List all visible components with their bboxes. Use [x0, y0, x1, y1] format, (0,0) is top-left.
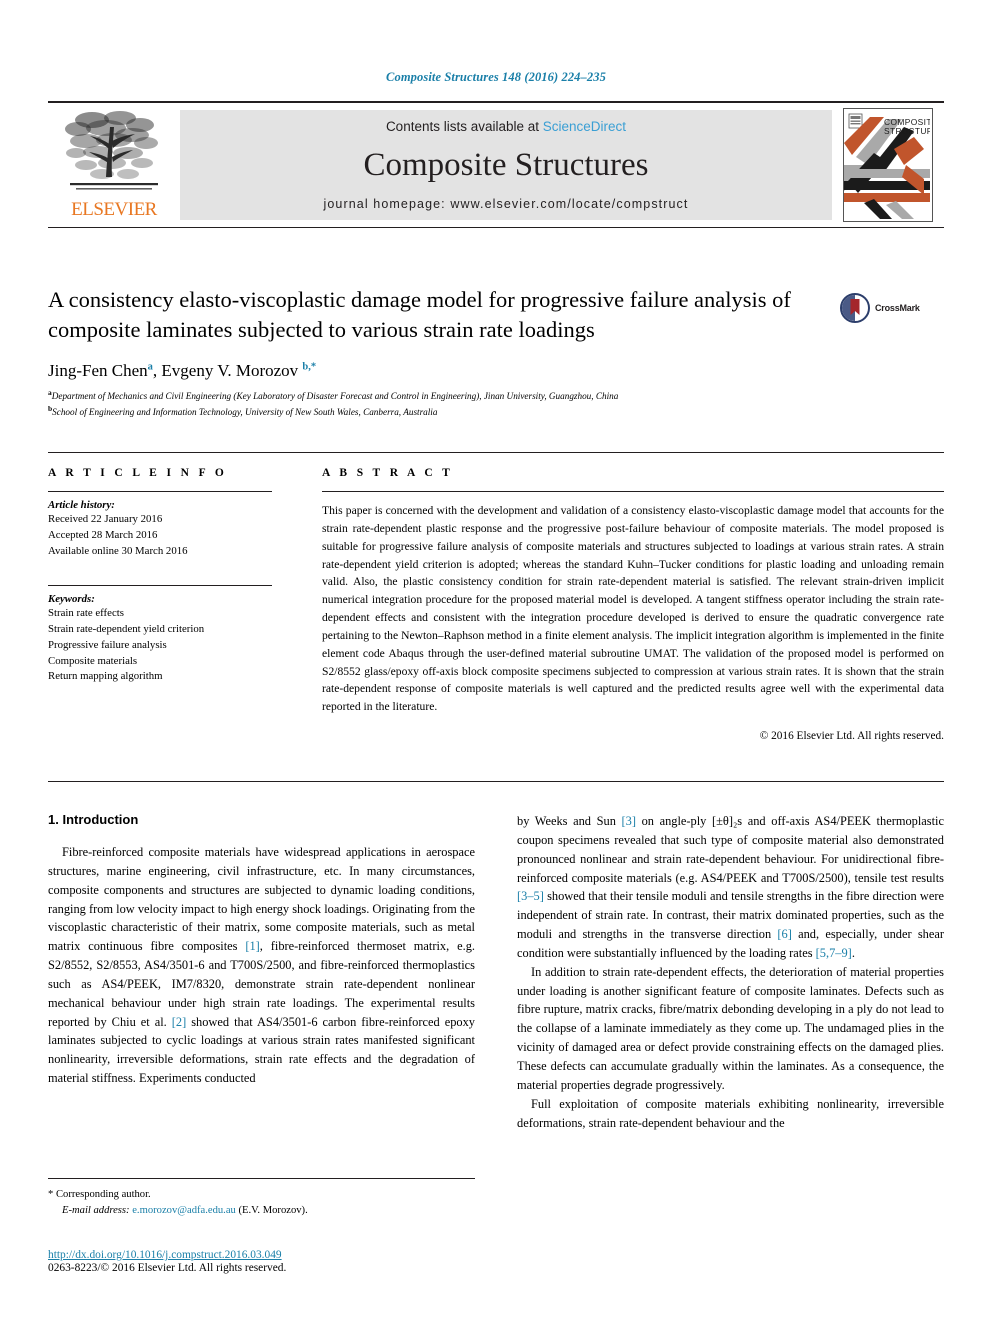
journal-homepage-link[interactable]: journal homepage: www.elsevier.com/locat…: [324, 197, 689, 211]
citation-ref-5-7-9[interactable]: [5,7–9]: [816, 946, 852, 960]
corresponding-author-line: * Corresponding author.: [48, 1187, 475, 1203]
history-received: Received 22 January 2016: [48, 513, 163, 525]
intro-right-text-a: by Weeks and Sun: [517, 814, 622, 828]
paper-page: Composite Structures 148 (2016) 224–235: [0, 0, 992, 1323]
keyword-item: Progressive failure analysis: [48, 638, 167, 651]
info-abstract-block: A R T I C L E I N F O Article history: R…: [48, 452, 944, 782]
doi-link[interactable]: http://dx.doi.org/10.1016/j.compstruct.2…: [48, 1249, 508, 1261]
abstract-copyright: © 2016 Elsevier Ltd. All rights reserved…: [759, 730, 944, 743]
running-head: Composite Structures 148 (2016) 224–235: [386, 70, 606, 84]
history-available-online: Available online 30 March 2016: [48, 544, 188, 557]
abstract-text: This paper is concerned with the develop…: [322, 504, 944, 714]
svg-text:STRUCTURES: STRUCTURES: [884, 126, 930, 136]
abstract-column: A B S T R A C T This paper is concerned …: [294, 467, 944, 765]
keyword-item: Composite materials: [48, 654, 138, 667]
abstract-heading: A B S T R A C T: [322, 467, 454, 479]
keywords-rule: [48, 585, 272, 587]
journal-band: Contents lists available at ScienceDirec…: [180, 110, 832, 220]
elsevier-logo: ELSEVIER: [48, 103, 180, 227]
page-title: A consistency elasto-viscoplastic damage…: [48, 287, 791, 342]
affiliation-b-text: School of Engineering and Information Te…: [52, 407, 438, 418]
intro-paragraph-right-2: In addition to strain rate-dependent eff…: [517, 964, 944, 1092]
email-line: E-mail address: e.morozov@adfa.edu.au (E…: [48, 1203, 475, 1219]
journal-masthead: ELSEVIER Contents lists available at Sci…: [48, 101, 944, 228]
email-link[interactable]: e.morozov@adfa.edu.au: [132, 1205, 236, 1216]
keyword-item: Return mapping algorithm: [48, 670, 163, 683]
email-owner: (E.V. Morozov).: [238, 1204, 308, 1216]
affiliation-a: aDepartment of Mechanics and Civil Engin…: [48, 387, 619, 401]
corresponding-marker: *: [48, 1189, 54, 1200]
affiliation-b: bSchool of Engineering and Information T…: [48, 404, 438, 418]
crossmark-icon: [840, 293, 870, 323]
article-header: A consistency elasto-viscoplastic damage…: [48, 285, 944, 420]
email-label: E-mail address:: [62, 1204, 130, 1216]
left-column: 1. Introduction Fibre-reinforced composi…: [48, 812, 475, 1212]
issn-copyright-line: 0263-8223/© 2016 Elsevier Ltd. All right…: [48, 1262, 287, 1274]
intro-paragraph-right-1: by Weeks and Sun [3] on angle-ply [±θ]₂s…: [517, 812, 944, 963]
elsevier-tree-icon: [65, 111, 158, 190]
intro-right-text-e: .: [851, 945, 855, 960]
sciencedirect-link[interactable]: ScienceDirect: [543, 119, 626, 134]
article-history-label: Article history:: [48, 499, 115, 511]
contents-prefix: Contents lists available at: [385, 119, 543, 134]
journal-cover-thumbnail: COMPOSITE STRUCTURES: [832, 103, 944, 227]
article-info-rule: [48, 491, 272, 492]
footnote-block: * Corresponding author. E-mail address: …: [48, 1178, 475, 1219]
right-column: by Weeks and Sun [3] on angle-ply [±θ]₂s…: [517, 812, 944, 1212]
affiliation-a-text: Department of Mechanics and Civil Engine…: [51, 390, 619, 401]
journal-title: Composite Structures: [363, 147, 649, 183]
elsevier-wordmark: ELSEVIER: [71, 199, 157, 220]
authors-text: Jing-Fen Chena, Evgeny V. Morozov b,*: [48, 360, 317, 380]
keyword-item: Strain rate-dependent yield criterion: [48, 623, 205, 635]
history-accepted: Accepted 28 March 2016: [48, 528, 158, 541]
citation-ref-3[interactable]: [3]: [622, 814, 636, 828]
doi-block: http://dx.doi.org/10.1016/j.compstruct.2…: [48, 1249, 508, 1274]
cover-artwork: COMPOSITE STRUCTURES: [844, 109, 932, 219]
keyword-item: Strain rate effects: [48, 607, 124, 620]
article-info-heading: A R T I C L E I N F O: [48, 467, 228, 479]
citation-ref-3-5[interactable]: [3–5]: [517, 889, 544, 903]
intro-paragraph-left: Fibre-reinforced composite materials hav…: [48, 843, 475, 1088]
journal-cover-image: COMPOSITE STRUCTURES: [843, 108, 933, 222]
keywords-label: Keywords:: [48, 593, 95, 606]
crossmark-badge[interactable]: CrossMark: [840, 293, 944, 323]
intro-paragraph-right-3: Full exploitation of composite materials…: [517, 1096, 944, 1130]
author-list: Jing-Fen Chena, Evgeny V. Morozov b,*: [48, 361, 944, 381]
section-heading-introduction: 1. Introduction: [48, 812, 139, 827]
article-info-column: A R T I C L E I N F O Article history: R…: [48, 467, 294, 765]
body-columns: 1. Introduction Fibre-reinforced composi…: [48, 812, 944, 1212]
citation-ref-1[interactable]: [1]: [245, 939, 259, 953]
citation-ref-6[interactable]: [6]: [777, 927, 791, 941]
crossmark-label: CrossMark: [875, 303, 920, 313]
corresponding-label: Corresponding author.: [55, 1189, 151, 1200]
intro-text-a: Fibre-reinforced composite materials hav…: [48, 845, 475, 954]
contents-available-line: Contents lists available at ScienceDirec…: [386, 119, 626, 134]
citation-ref-2[interactable]: [2]: [172, 1015, 186, 1029]
abstract-rule: [322, 491, 944, 492]
